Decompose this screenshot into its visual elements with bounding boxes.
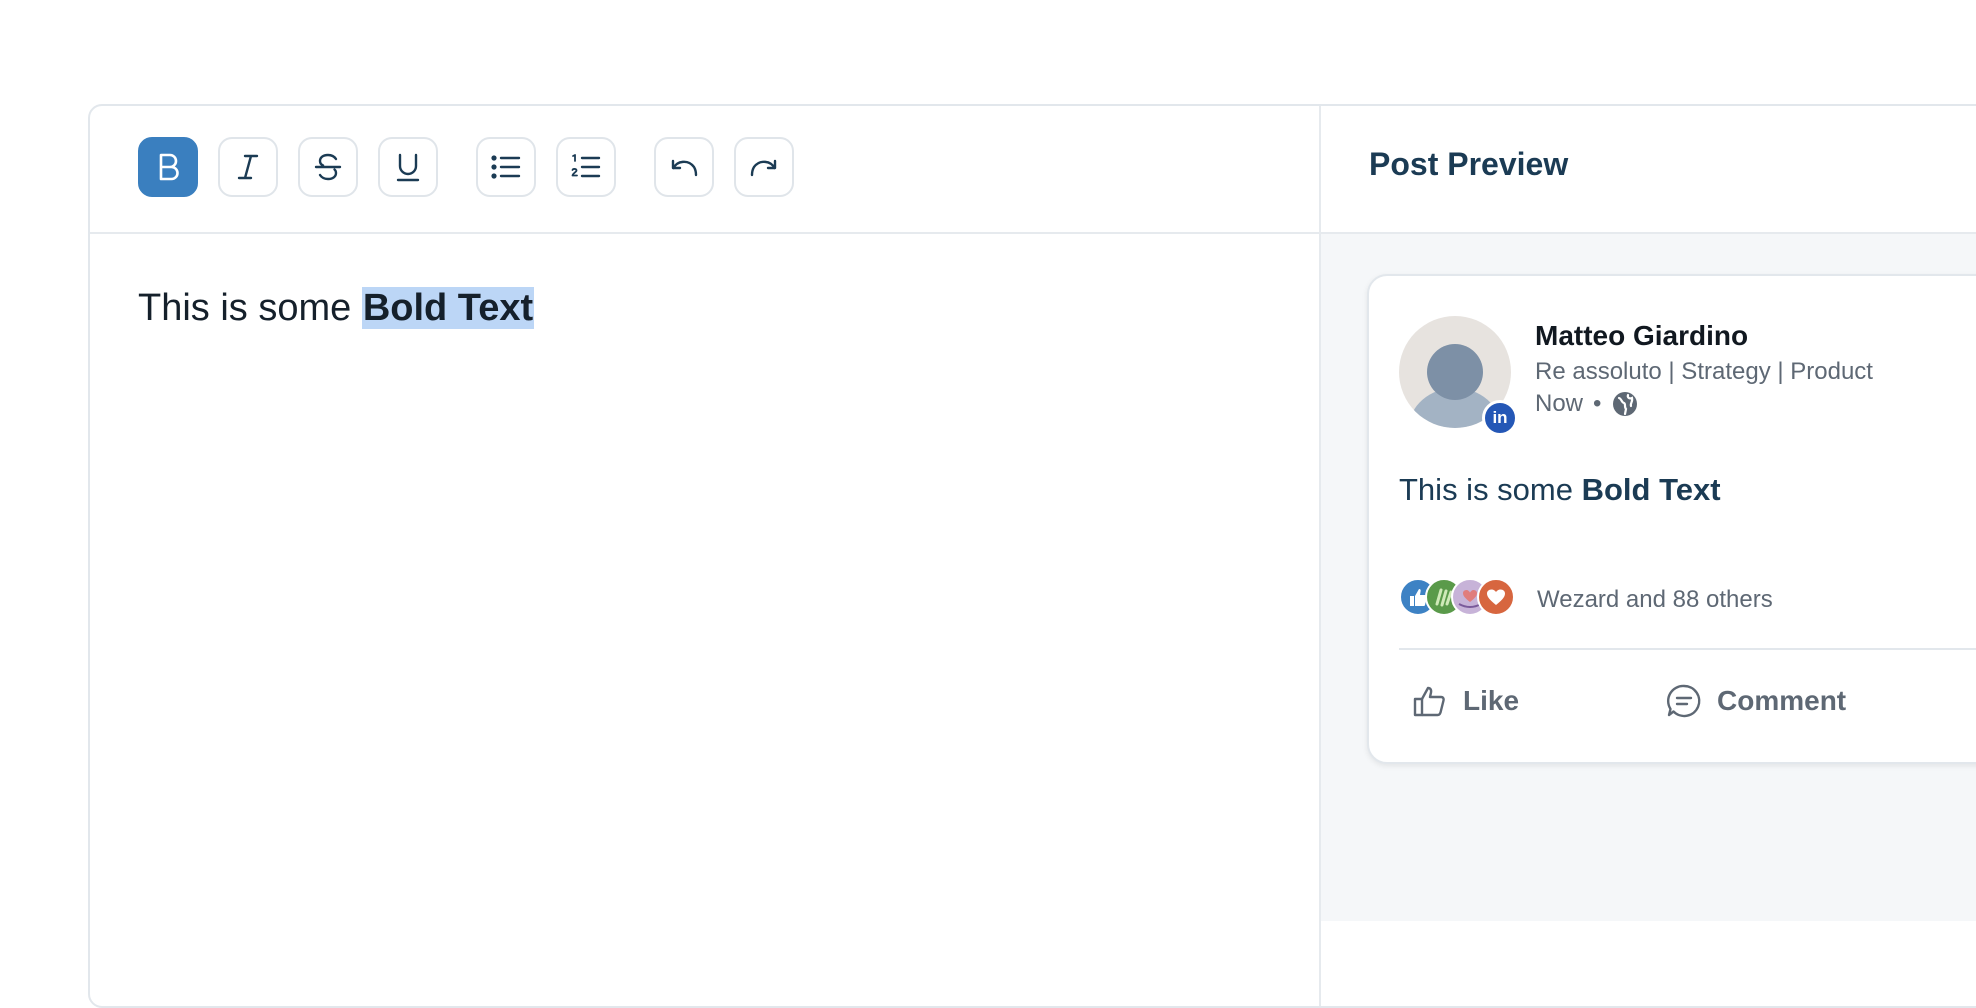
linkedin-badge-icon: in (1482, 400, 1518, 436)
reactions-summary[interactable]: Wezard and 88 others (1537, 586, 1773, 614)
card-divider (1399, 648, 1976, 650)
editor-plain-text: This is some (138, 287, 362, 329)
editor-frame: This is some Bold Text Post Preview in M… (88, 104, 1976, 1008)
formatting-toolbar (90, 106, 1319, 234)
italic-button[interactable] (218, 137, 278, 197)
undo-button[interactable] (654, 137, 714, 197)
love-reaction-icon (1477, 578, 1515, 616)
bold-icon (159, 153, 179, 181)
author-name[interactable]: Matteo Giardino (1535, 320, 1748, 352)
thumbs-up-icon (1413, 686, 1445, 717)
underline-icon (396, 153, 420, 182)
editor-content[interactable]: This is some Bold Text (138, 276, 535, 340)
preview-header: Post Preview (1321, 106, 1976, 234)
underline-button[interactable] (378, 137, 438, 197)
preview-pane: Post Preview in Matteo Giardino Re assol… (1321, 106, 1976, 921)
like-label: Like (1463, 685, 1520, 716)
comment-icon (1666, 684, 1701, 718)
post-time: Now (1535, 390, 1584, 417)
undo-icon (671, 159, 698, 177)
preview-title: Post Preview (1369, 146, 1569, 182)
author-headline: Re assoluto | Strategy | Product (1535, 358, 1873, 385)
strikethrough-icon (314, 153, 342, 181)
strikethrough-button[interactable] (298, 137, 358, 197)
editor-pane: This is some Bold Text (90, 106, 1321, 1006)
post-card: in Matteo Giardino Re assoluto | Strateg… (1367, 274, 1976, 764)
comment-button[interactable]: Comment (1665, 682, 1846, 720)
numbered-list-icon (571, 154, 601, 178)
bold-button[interactable] (138, 137, 198, 197)
post-plain-text: This is some (1399, 472, 1582, 507)
redo-icon (750, 159, 777, 177)
redo-button[interactable] (734, 137, 794, 197)
bulleted-list-button[interactable] (476, 137, 536, 197)
post-body: This is some Bold Text (1399, 472, 1721, 508)
comment-label: Comment (1717, 685, 1847, 716)
bullet-list-icon (491, 155, 521, 179)
italic-icon (237, 154, 259, 180)
numbered-list-button[interactable] (556, 137, 616, 197)
like-button[interactable]: Like (1411, 682, 1519, 720)
post-meta: Now • (1535, 390, 1639, 418)
post-bold-text: Bold Text (1581, 472, 1721, 507)
meta-separator: • (1593, 390, 1602, 417)
globe-icon (1613, 392, 1638, 416)
editor-selected-bold-text: Bold Text (361, 287, 535, 329)
